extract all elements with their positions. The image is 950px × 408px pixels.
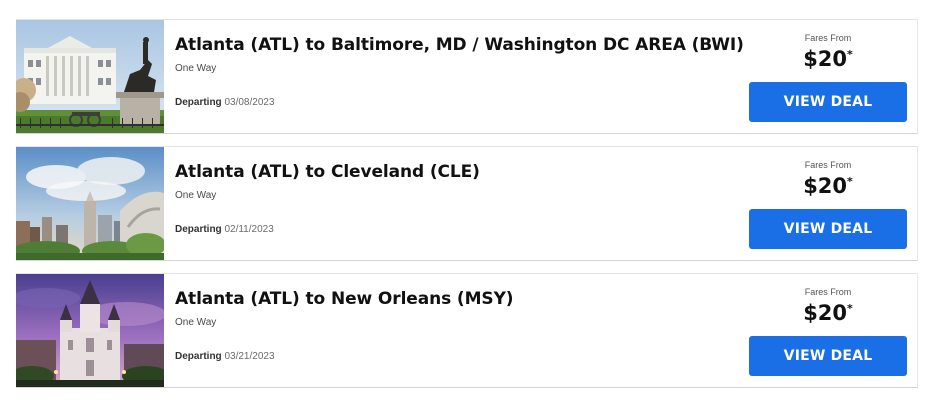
departing-date-value: 02/11/2023 [224, 224, 274, 235]
deal-card-cle[interactable]: Atlanta (ATL) to Cleveland (CLE) One Way… [16, 146, 918, 261]
trip-type: One Way [175, 63, 217, 74]
departing-label: Departing [175, 97, 222, 108]
deal-card-bwi[interactable]: Atlanta (ATL) to Baltimore, MD / Washing… [16, 19, 918, 134]
price-box: Fares From $20* VIEW DEAL [749, 20, 907, 133]
price-box: Fares From $20* VIEW DEAL [749, 147, 907, 260]
st-louis-cathedral-image[interactable] [16, 274, 164, 387]
price: $20* [749, 47, 907, 71]
price-asterisk: * [847, 175, 853, 188]
price-box: Fares From $20* VIEW DEAL [749, 274, 907, 387]
fares-from-label: Fares From [804, 33, 852, 43]
departing-date: Departing 03/08/2023 [175, 97, 275, 108]
departing-label: Departing [175, 224, 222, 235]
fares-from-label: Fares From [804, 160, 852, 170]
price-value: $20 [803, 301, 848, 325]
view-deal-button[interactable]: VIEW DEAL [749, 336, 907, 376]
route-title[interactable]: Atlanta (ATL) to Cleveland (CLE) [175, 162, 480, 182]
price-value: $20 [803, 47, 848, 71]
white-house-image[interactable] [16, 20, 164, 133]
departing-date-value: 03/21/2023 [224, 351, 275, 362]
departing-date: Departing 02/11/2023 [175, 224, 274, 235]
trip-type: One Way [175, 317, 217, 328]
price-asterisk: * [847, 302, 853, 315]
departing-date: Departing 03/21/2023 [175, 351, 275, 362]
deal-list: Atlanta (ATL) to Baltimore, MD / Washing… [16, 19, 918, 388]
trip-type: One Way [175, 190, 217, 201]
route-title[interactable]: Atlanta (ATL) to Baltimore, MD / Washing… [175, 35, 744, 55]
departing-label: Departing [175, 351, 222, 362]
view-deal-button[interactable]: VIEW DEAL [749, 82, 907, 122]
departing-date-value: 03/08/2023 [224, 97, 275, 108]
cleveland-skyline-image[interactable] [16, 147, 164, 260]
deal-card-msy[interactable]: Atlanta (ATL) to New Orleans (MSY) One W… [16, 273, 918, 388]
price-asterisk: * [847, 48, 853, 61]
view-deal-button[interactable]: VIEW DEAL [749, 209, 907, 249]
price: $20* [749, 301, 907, 325]
fares-from-label: Fares From [804, 287, 852, 297]
price-value: $20 [803, 174, 848, 198]
price: $20* [749, 174, 907, 198]
route-title[interactable]: Atlanta (ATL) to New Orleans (MSY) [175, 289, 514, 309]
